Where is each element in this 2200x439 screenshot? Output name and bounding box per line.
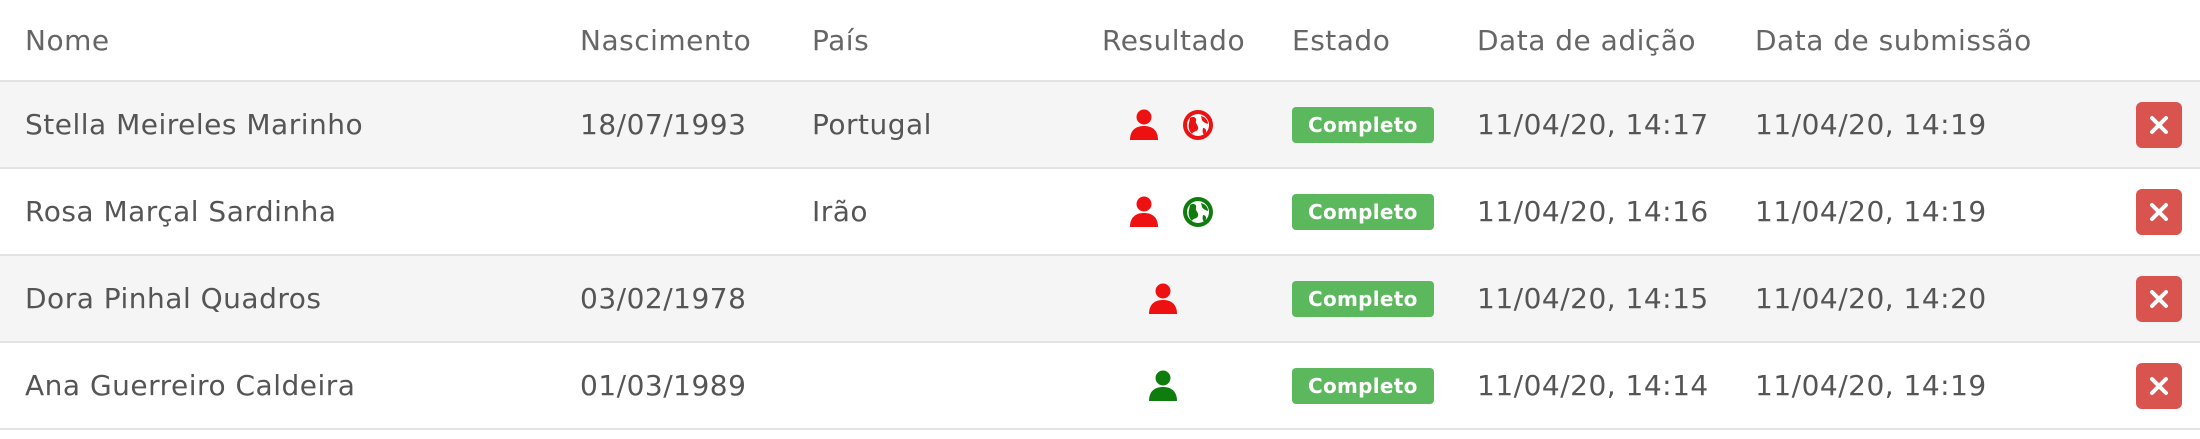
row-submitted-date: 11/04/20, 14:19 bbox=[1755, 369, 1987, 402]
column-header-submitted[interactable]: Data de submissão bbox=[1755, 0, 2032, 80]
row-action bbox=[2136, 82, 2182, 167]
person-icon bbox=[1127, 195, 1161, 229]
status-badge: Completo bbox=[1292, 367, 1434, 404]
column-header-result[interactable]: Resultado bbox=[1102, 0, 1252, 80]
row-added-date: 11/04/20, 14:17 bbox=[1477, 108, 1709, 141]
row-name: Ana Guerreiro Caldeira bbox=[25, 369, 356, 402]
row-action bbox=[2136, 169, 2182, 254]
delete-button[interactable] bbox=[2136, 362, 2182, 409]
row-birth: 01/03/1989 bbox=[580, 369, 747, 402]
status-badge: Completo bbox=[1292, 106, 1434, 143]
result-icons bbox=[1102, 108, 1215, 142]
table-row[interactable]: Rosa Marçal Sardinha Irão Completo 11/04… bbox=[0, 169, 2200, 256]
result-icons bbox=[1102, 195, 1215, 229]
table-header: Nome Nascimento País Resultado Estado Da… bbox=[0, 0, 2200, 82]
status-badge: Completo bbox=[1292, 193, 1434, 230]
globe-icon bbox=[1181, 195, 1215, 229]
row-state: Completo bbox=[1292, 169, 1434, 254]
row-submitted-date: 11/04/20, 14:19 bbox=[1755, 195, 1987, 228]
column-header-birth[interactable]: Nascimento bbox=[580, 0, 751, 80]
row-result bbox=[1102, 169, 1252, 254]
row-submitted-date: 11/04/20, 14:20 bbox=[1755, 282, 1987, 315]
result-icons bbox=[1102, 369, 1180, 403]
column-header-country[interactable]: País bbox=[812, 0, 869, 80]
row-birth: 18/07/1993 bbox=[580, 108, 747, 141]
row-state: Completo bbox=[1292, 256, 1434, 341]
row-submitted-date: 11/04/20, 14:19 bbox=[1755, 108, 1987, 141]
column-header-state[interactable]: Estado bbox=[1292, 0, 1390, 80]
row-action bbox=[2136, 343, 2182, 428]
row-country: Portugal bbox=[812, 108, 932, 141]
person-icon bbox=[1127, 108, 1161, 142]
row-result bbox=[1102, 343, 1252, 428]
row-birth: 03/02/1978 bbox=[580, 282, 747, 315]
delete-button[interactable] bbox=[2136, 275, 2182, 322]
row-name: Rosa Marçal Sardinha bbox=[25, 195, 337, 228]
column-header-added[interactable]: Data de adição bbox=[1477, 0, 1696, 80]
globe-icon bbox=[1181, 108, 1215, 142]
row-result bbox=[1102, 82, 1252, 167]
table-row[interactable]: Stella Meireles Marinho 18/07/1993 Portu… bbox=[0, 82, 2200, 169]
close-icon bbox=[2150, 115, 2168, 134]
row-name: Stella Meireles Marinho bbox=[25, 108, 364, 141]
table-row[interactable]: Dora Pinhal Quadros 03/02/1978 Completo … bbox=[0, 256, 2200, 343]
row-country: Irão bbox=[812, 195, 869, 228]
submissions-table: Nome Nascimento País Resultado Estado Da… bbox=[0, 0, 2200, 430]
row-name: Dora Pinhal Quadros bbox=[25, 282, 322, 315]
row-added-date: 11/04/20, 14:14 bbox=[1477, 369, 1709, 402]
delete-button[interactable] bbox=[2136, 188, 2182, 235]
column-header-name[interactable]: Nome bbox=[25, 0, 110, 80]
close-icon bbox=[2150, 289, 2168, 308]
row-state: Completo bbox=[1292, 82, 1434, 167]
row-added-date: 11/04/20, 14:16 bbox=[1477, 195, 1709, 228]
table-row[interactable]: Ana Guerreiro Caldeira 01/03/1989 Comple… bbox=[0, 343, 2200, 430]
row-action bbox=[2136, 256, 2182, 341]
result-icons bbox=[1102, 282, 1180, 316]
row-added-date: 11/04/20, 14:15 bbox=[1477, 282, 1709, 315]
row-state: Completo bbox=[1292, 343, 1434, 428]
status-badge: Completo bbox=[1292, 280, 1434, 317]
person-icon bbox=[1146, 369, 1180, 403]
delete-button[interactable] bbox=[2136, 101, 2182, 148]
row-result bbox=[1102, 256, 1252, 341]
close-icon bbox=[2150, 202, 2168, 221]
close-icon bbox=[2150, 376, 2168, 395]
person-icon bbox=[1146, 282, 1180, 316]
